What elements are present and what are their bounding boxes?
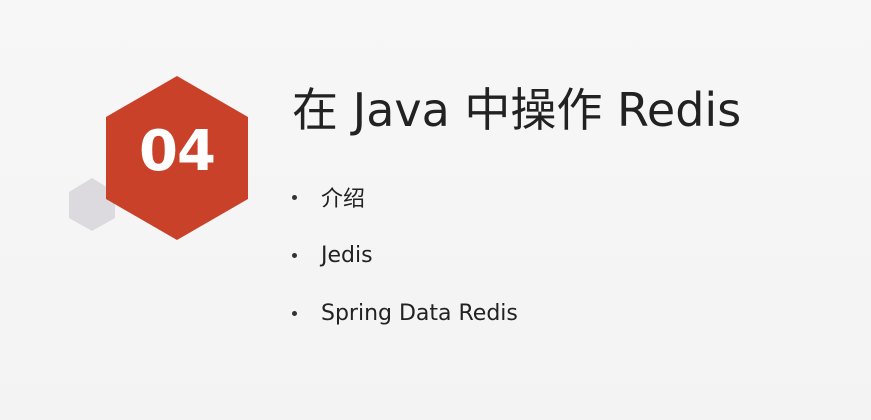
bullet-item-intro: 介绍 <box>292 168 518 226</box>
bullet-item-jedis: Jedis <box>292 226 518 284</box>
bullet-dot-icon <box>292 252 297 258</box>
bullet-label: Spring Data Redis <box>321 300 518 326</box>
slide-title: 在 Java 中操作 Redis <box>292 83 742 137</box>
bullet-dot-icon <box>292 310 297 316</box>
bullet-label: Jedis <box>321 242 373 268</box>
bullet-list: 介绍 Jedis Spring Data Redis <box>292 168 518 342</box>
bullet-item-spring-data-redis: Spring Data Redis <box>292 284 518 342</box>
section-number: 04 <box>139 119 216 184</box>
slide: 04 在 Java 中操作 Redis 介绍 Jedis Spring Data… <box>0 0 871 420</box>
bullet-dot-icon <box>292 194 297 200</box>
bullet-label: 介绍 <box>321 187 366 212</box>
